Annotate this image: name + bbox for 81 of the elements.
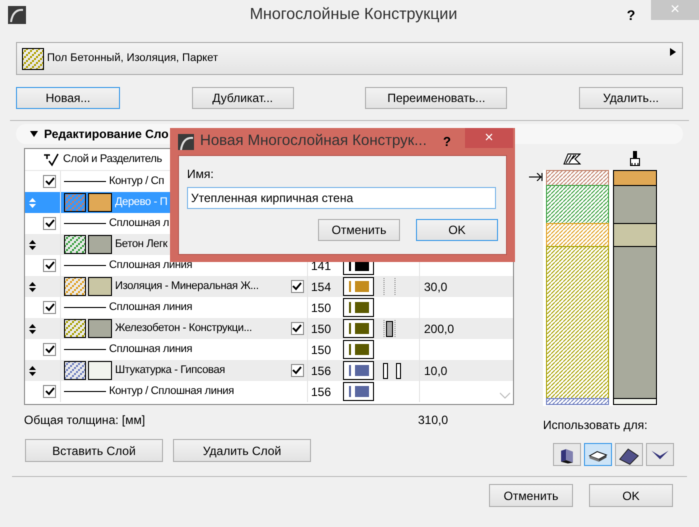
checkbox[interactable]: [43, 385, 56, 398]
line-sample-icon: [64, 222, 106, 225]
layer-name: Сплошная л: [109, 216, 170, 232]
button[interactable]: Удалить Слой: [173, 439, 311, 462]
thickness-value: 30,0: [424, 278, 448, 296]
reference-arrow-icon: [529, 173, 543, 181]
thickness-value: 200,0: [424, 320, 454, 338]
preset-hatch-icon: [22, 48, 44, 70]
name-input[interactable]: Утепленная кирпичная стена: [187, 187, 496, 209]
structure-type-button[interactable]: [584, 443, 612, 466]
layer-name: Контур / Сп: [109, 174, 164, 190]
total-value: 310,0: [418, 412, 448, 429]
button[interactable]: OK: [416, 219, 498, 241]
checkbox[interactable]: [43, 301, 56, 314]
line-sample-icon: [64, 306, 106, 309]
pen-number: 150: [311, 342, 332, 358]
help-button[interactable]: ?: [439, 132, 455, 152]
button[interactable]: Переименовать...: [365, 87, 508, 109]
checkbox[interactable]: [43, 259, 56, 272]
table-row[interactable]: Штукатурка - Гипсовая 156 10,0: [25, 360, 513, 381]
expand-arrow-icon: [670, 48, 676, 56]
pen-number: 150: [311, 320, 332, 338]
layer-name: Железобетон - Конструкци...: [115, 321, 252, 336]
line-sample-icon: [64, 264, 106, 267]
drag-handle-icon: [28, 324, 36, 334]
checkbox[interactable]: [290, 322, 304, 335]
button[interactable]: Новая...: [16, 87, 120, 109]
window-title: Многослойные Конструкции: [250, 5, 458, 25]
button[interactable]: Отменить: [489, 484, 573, 507]
name-label: Имя:: [187, 166, 215, 179]
line-sample-icon: [64, 390, 106, 393]
structure-type-button[interactable]: [553, 443, 581, 466]
checkbox[interactable]: [43, 175, 56, 188]
layer-name: Изоляция - Минеральная Ж...: [115, 279, 259, 294]
column-header: Слой и Разделитель: [63, 152, 162, 168]
button[interactable]: Отменить: [318, 219, 400, 241]
pen-number: 141: [311, 258, 332, 274]
thickness-value: 10,0: [424, 362, 448, 380]
drag-handle-icon: [28, 366, 36, 376]
hatch-icon: [563, 153, 581, 165]
scroll-down-icon: [499, 392, 511, 400]
button[interactable]: Дубликат...: [192, 87, 294, 109]
pen-number: 156: [311, 384, 332, 400]
brush-icon: [629, 151, 641, 167]
layer-name: Дерево - П: [115, 195, 168, 210]
app-logo-icon: [178, 134, 194, 150]
pen-number: 154: [311, 278, 332, 296]
total-label: Общая толщина: [мм]: [24, 412, 146, 429]
table-row[interactable]: Железобетон - Конструкци... 150 200,0: [25, 318, 513, 339]
pen-number: 156: [311, 362, 332, 380]
line-sample-icon: [64, 348, 106, 351]
structure-type-button[interactable]: [615, 443, 643, 466]
preset-selector[interactable]: Пол Бетонный, Изоляция, Паркет: [16, 42, 683, 75]
layer-name: Сплошная линия: [109, 342, 192, 358]
close-button[interactable]: ×: [465, 128, 513, 148]
button[interactable]: Удалить...: [578, 87, 683, 109]
checkbox[interactable]: [43, 217, 56, 230]
dialog-title: Новая Многослойная Конструк...: [200, 131, 427, 152]
checkbox[interactable]: [290, 364, 304, 377]
drag-handle-icon: [28, 198, 36, 208]
layer-name: Контур / Сплошная линия: [109, 384, 234, 400]
checkbox[interactable]: [43, 343, 56, 356]
help-button[interactable]: ?: [621, 4, 641, 26]
layer-name: Штукатурка - Гипсовая: [115, 363, 225, 378]
button[interactable]: Вставить Слой: [25, 439, 163, 462]
layer-name: Сплошная линия: [109, 258, 192, 274]
layer-name: Сплошная линия: [109, 300, 192, 316]
checkbox[interactable]: [290, 280, 304, 293]
use-for-label: Использовать для:: [543, 417, 648, 432]
layer-name: Бетон Легк: [115, 237, 168, 252]
pen-number: 150: [311, 300, 332, 316]
expand-triangle-icon: [30, 131, 38, 137]
table-row[interactable]: Изоляция - Минеральная Ж... 154 30,0: [25, 276, 513, 297]
preset-label: Пол Бетонный, Изоляция, Паркет: [47, 51, 218, 66]
button[interactable]: OK: [589, 484, 673, 507]
drag-handle-icon: [28, 282, 36, 292]
check-column-icon: [43, 152, 59, 166]
app-logo-icon: [8, 6, 26, 24]
structure-type-button[interactable]: [646, 443, 674, 466]
drag-handle-icon: [28, 240, 36, 250]
line-sample-icon: [64, 180, 106, 183]
